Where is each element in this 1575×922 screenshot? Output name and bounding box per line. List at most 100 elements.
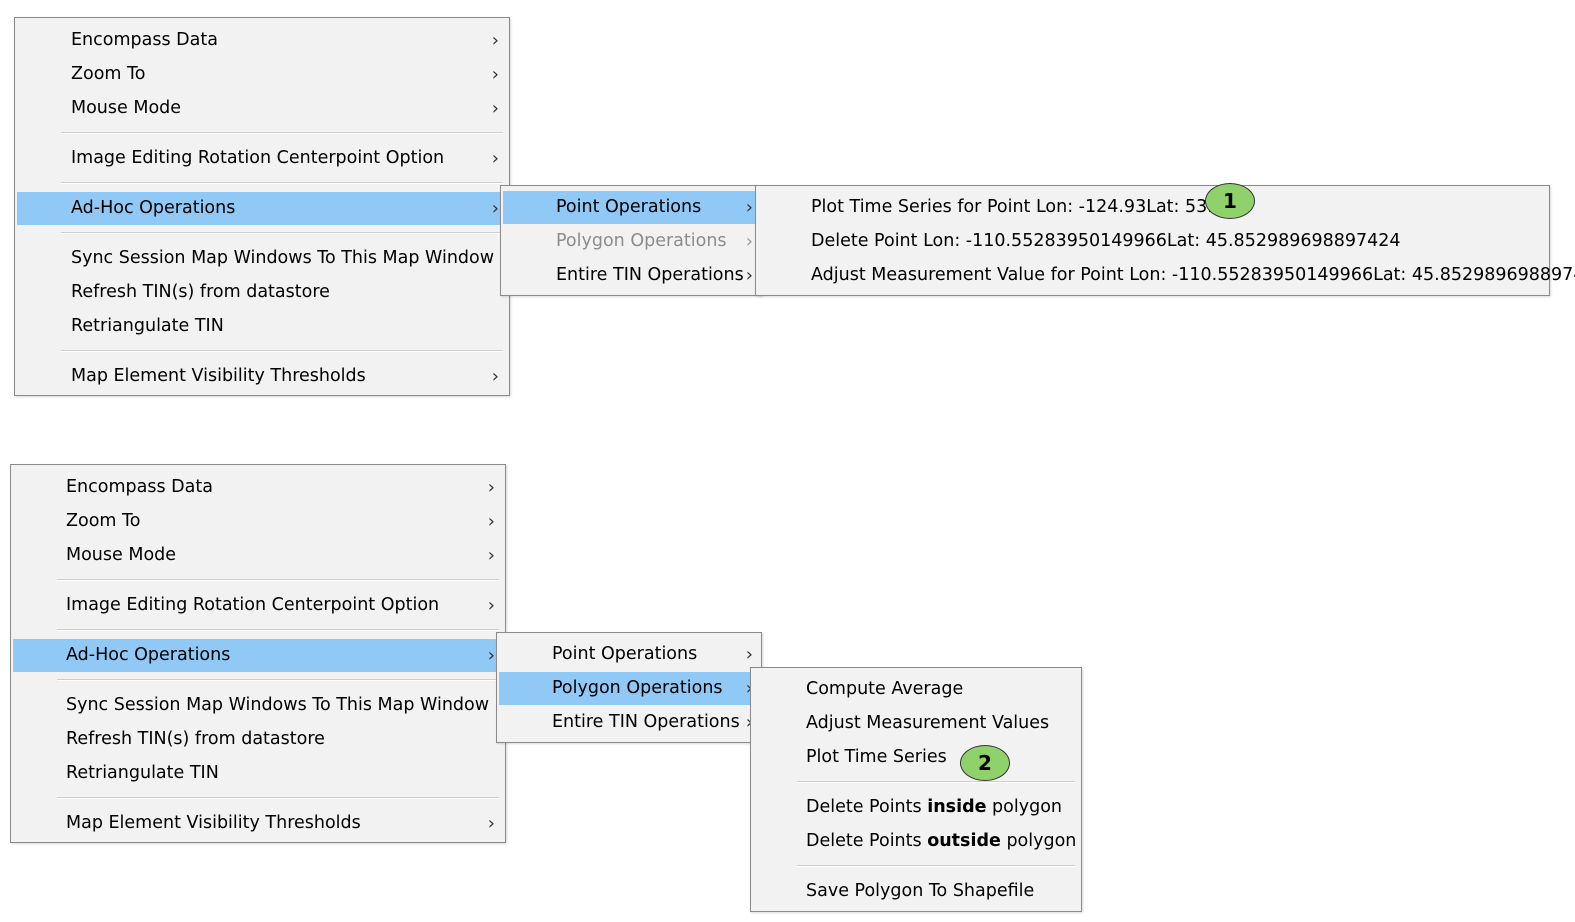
menu-item-refresh-tin[interactable]: Refresh TIN(s) from datastore: [17, 276, 507, 309]
menu-separator: [61, 182, 503, 184]
menu-item-point-operations[interactable]: Point Operations ›: [499, 638, 759, 671]
menu-item-label: Polygon Operations: [556, 231, 727, 251]
menu-separator: [61, 350, 503, 352]
chevron-right-icon: ›: [487, 645, 495, 666]
menu-item-label: Delete Point Lon: -110.55283950149966Lat…: [811, 231, 1401, 251]
bottom-context-menu: Encompass Data › Zoom To › Mouse Mode › …: [10, 464, 506, 843]
chevron-right-icon: ›: [491, 98, 499, 119]
label-prefix: Delete Points: [806, 831, 928, 851]
menu-item-label: Save Polygon To Shapefile: [806, 881, 1035, 901]
menu-item-label: Retriangulate TIN: [71, 316, 224, 336]
chevron-right-icon: ›: [491, 30, 499, 51]
menu-item-retriangulate-tin[interactable]: Retriangulate TIN: [17, 310, 507, 343]
menu-item-label: Ad-Hoc Operations: [66, 645, 231, 665]
label-emphasis: inside: [927, 797, 987, 817]
menu-item-label: Map Element Visibility Thresholds: [71, 366, 366, 386]
chevron-right-icon: ›: [491, 366, 499, 387]
menu-item-refresh-tin[interactable]: Refresh TIN(s) from datastore: [13, 723, 503, 756]
menu-item-ad-hoc-operations[interactable]: Ad-Hoc Operations ›: [17, 192, 507, 225]
label-prefix: Delete Points: [806, 797, 928, 817]
chevron-right-icon: ›: [491, 198, 499, 219]
menu-item-label: Encompass Data: [71, 30, 218, 50]
menu-item-label: Plot Time Series: [806, 747, 947, 767]
menu-item-label: Image Editing Rotation Centerpoint Optio…: [71, 148, 445, 168]
menu-item-mouse-mode[interactable]: Mouse Mode ›: [13, 539, 503, 572]
menu-item-compute-average[interactable]: Compute Average: [753, 673, 1079, 706]
chevron-right-icon: ›: [491, 64, 499, 85]
menu-item-label: Adjust Measurement Values: [806, 713, 1050, 733]
menu-item-label: Refresh TIN(s) from datastore: [66, 729, 325, 749]
menu-item-label: Compute Average: [806, 679, 964, 699]
menu-item-visibility-thresholds[interactable]: Map Element Visibility Thresholds ›: [13, 807, 503, 840]
menu-item-label: Mouse Mode: [71, 98, 182, 118]
menu-item-ad-hoc-operations[interactable]: Ad-Hoc Operations ›: [13, 639, 503, 672]
menu-item-image-editing-rotation[interactable]: Image Editing Rotation Centerpoint Optio…: [13, 589, 503, 622]
menu-item-label: Encompass Data: [66, 477, 213, 497]
chevron-right-icon: ›: [487, 545, 495, 566]
menu-item-plot-time-series[interactable]: Plot Time Series: [753, 741, 1079, 774]
menu-item-label: Zoom To: [71, 64, 146, 84]
menu-item-label: Sync Session Map Windows To This Map Win…: [66, 695, 490, 715]
menu-item-point-operations[interactable]: Point Operations ›: [503, 191, 759, 224]
menu-item-label: Ad-Hoc Operations: [71, 198, 236, 218]
label-emphasis: outside: [927, 831, 1001, 851]
menu-item-label: Polygon Operations: [552, 678, 723, 698]
callout-badge-2: 2: [960, 745, 1010, 781]
menu-item-polygon-operations[interactable]: Polygon Operations ›: [499, 672, 759, 705]
menu-separator: [57, 629, 499, 631]
menu-item-label: Map Element Visibility Thresholds: [66, 813, 361, 833]
menu-item-label: Plot Time Series for Point Lon: -124.93L…: [811, 197, 1236, 217]
menu-item-save-polygon-shapefile[interactable]: Save Polygon To Shapefile: [753, 875, 1079, 908]
menu-separator: [797, 865, 1075, 867]
menu-item-delete-point[interactable]: Delete Point Lon: -110.55283950149966Lat…: [758, 225, 1547, 258]
chevron-right-icon: ›: [487, 511, 495, 532]
menu-item-entire-tin-operations[interactable]: Entire TIN Operations ›: [503, 259, 759, 292]
menu-item-plot-time-series-point[interactable]: Plot Time Series for Point Lon: -124.93L…: [758, 191, 1547, 224]
top-context-menu: Encompass Data › Zoom To › Mouse Mode › …: [14, 17, 510, 396]
menu-item-sync-session[interactable]: Sync Session Map Windows To This Map Win…: [17, 242, 507, 275]
menu-item-label: Delete Points outside polygon: [806, 825, 1076, 858]
callout-badge-1: 1: [1205, 183, 1255, 219]
menu-separator: [57, 797, 499, 799]
menu-item-label: Point Operations: [556, 197, 702, 217]
menu-item-polygon-operations[interactable]: Polygon Operations ›: [503, 225, 759, 258]
menu-item-visibility-thresholds[interactable]: Map Element Visibility Thresholds ›: [17, 360, 507, 393]
label-suffix: polygon: [986, 797, 1062, 817]
menu-separator: [61, 132, 503, 134]
menu-item-entire-tin-operations[interactable]: Entire TIN Operations ›: [499, 706, 759, 739]
bottom-ad-hoc-submenu: Point Operations › Polygon Operations › …: [496, 632, 762, 743]
menu-item-mouse-mode[interactable]: Mouse Mode ›: [17, 92, 507, 125]
label-suffix: polygon: [1000, 831, 1077, 851]
chevron-right-icon: ›: [491, 148, 499, 169]
menu-item-encompass-data[interactable]: Encompass Data ›: [17, 24, 507, 57]
menu-item-label: Sync Session Map Windows To This Map Win…: [71, 248, 495, 268]
menu-separator: [797, 781, 1075, 783]
chevron-right-icon: ›: [487, 595, 495, 616]
top-ad-hoc-submenu: Point Operations › Polygon Operations › …: [500, 185, 762, 296]
menu-item-encompass-data[interactable]: Encompass Data ›: [13, 471, 503, 504]
menu-separator: [61, 232, 503, 234]
menu-item-label: Mouse Mode: [66, 545, 177, 565]
menu-item-sync-session[interactable]: Sync Session Map Windows To This Map Win…: [13, 689, 503, 722]
menu-item-retriangulate-tin[interactable]: Retriangulate TIN: [13, 757, 503, 790]
menu-item-adjust-measurement-value[interactable]: Adjust Measurement Value for Point Lon: …: [758, 259, 1575, 292]
chevron-right-icon: ›: [487, 477, 495, 498]
menu-item-label: Zoom To: [66, 511, 141, 531]
menu-item-label: Refresh TIN(s) from datastore: [71, 282, 330, 302]
menu-item-delete-points-inside[interactable]: Delete Points inside polygon: [753, 791, 1079, 824]
menu-item-label: Entire TIN Operations: [556, 265, 744, 285]
menu-item-label: Point Operations: [552, 644, 698, 664]
menu-item-image-editing-rotation[interactable]: Image Editing Rotation Centerpoint Optio…: [17, 142, 507, 175]
menu-separator: [57, 679, 499, 681]
menu-item-label: Retriangulate TIN: [66, 763, 219, 783]
chevron-right-icon: ›: [487, 813, 495, 834]
menu-item-label: Entire TIN Operations: [552, 712, 740, 732]
menu-item-label: Adjust Measurement Value for Point Lon: …: [811, 265, 1575, 285]
chevron-right-icon: ›: [745, 265, 753, 286]
menu-item-adjust-measurement-values[interactable]: Adjust Measurement Values: [753, 707, 1079, 740]
menu-item-label: Delete Points inside polygon: [806, 791, 1062, 824]
menu-item-zoom-to[interactable]: Zoom To ›: [17, 58, 507, 91]
menu-item-zoom-to[interactable]: Zoom To ›: [13, 505, 503, 538]
menu-separator: [57, 579, 499, 581]
menu-item-delete-points-outside[interactable]: Delete Points outside polygon: [753, 825, 1079, 858]
